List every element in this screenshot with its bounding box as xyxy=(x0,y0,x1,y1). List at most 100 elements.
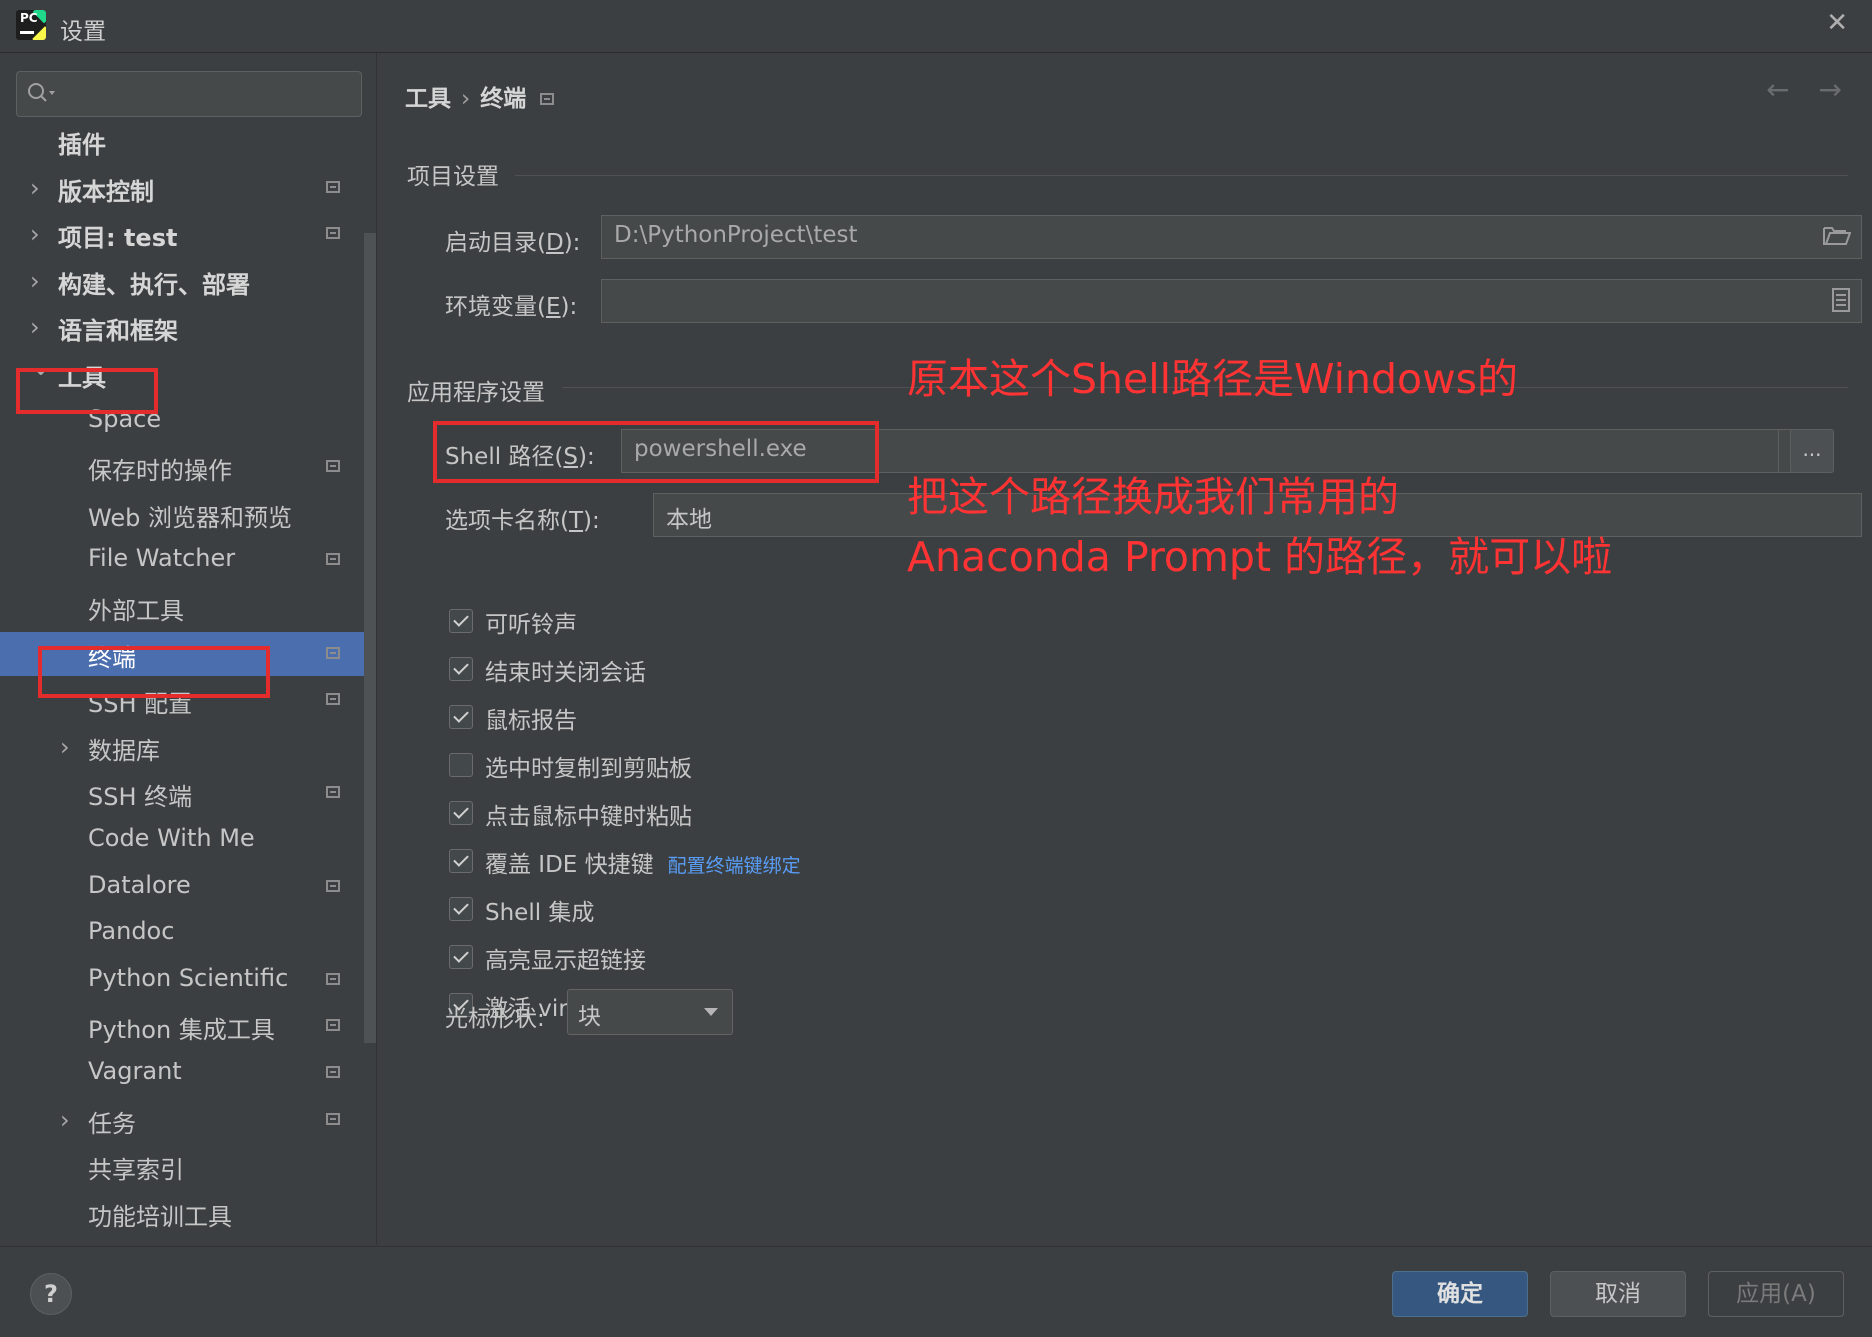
sidebar-item[interactable]: Python 集成工具 xyxy=(0,1004,374,1048)
env-vars-field[interactable] xyxy=(601,279,1862,323)
sidebar-item-label: 工具 xyxy=(58,364,106,392)
annotation-text: Anaconda Prompt 的路径，就可以啦 xyxy=(907,533,1613,581)
sidebar-item-label: Code With Me xyxy=(88,824,255,852)
option-label[interactable]: 选中时复制到剪贴板 xyxy=(485,749,692,783)
sidebar-item[interactable]: Web 浏览器和预览 xyxy=(0,492,374,536)
option-checkbox[interactable] xyxy=(449,657,473,681)
option-label[interactable]: Shell 集成 xyxy=(485,893,594,927)
project-scope-icon xyxy=(326,553,340,565)
option-label[interactable]: 高亮显示超链接 xyxy=(485,941,646,975)
shell-path-label: Shell 路径(S): xyxy=(445,444,595,470)
sidebar-item[interactable]: ⌄ 工具 xyxy=(0,352,374,396)
annotation-text: 把这个路径换成我们常用的 xyxy=(907,473,1399,521)
option-checkbox[interactable] xyxy=(449,609,473,633)
option-label[interactable]: 可听铃声 xyxy=(485,605,577,639)
project-scope-icon xyxy=(540,93,555,105)
option-label[interactable]: 结束时关闭会话 xyxy=(485,653,646,687)
sidebar-item-label: 外部工具 xyxy=(88,597,184,625)
sidebar-item-label: Python 集成工具 xyxy=(88,1016,275,1044)
option-label-text: 鼠标报告 xyxy=(485,708,577,734)
sidebar-item-label: SSH 终端 xyxy=(88,783,193,811)
history-nav: ← → xyxy=(1746,73,1842,106)
browse-button[interactable]: ... xyxy=(1790,429,1834,473)
sidebar-item-label: 插件 xyxy=(58,131,106,159)
project-scope-icon xyxy=(326,1113,340,1125)
sidebar-item[interactable]: Space xyxy=(0,399,374,443)
sidebar-item-label: File Watcher xyxy=(88,544,236,572)
settings-search-input[interactable] xyxy=(16,71,362,117)
chevron-right-icon[interactable]: › xyxy=(30,313,50,341)
breadcrumb-parent[interactable]: 工具 xyxy=(405,86,451,112)
option-label[interactable]: 鼠标报告 xyxy=(485,701,577,735)
chevron-right-icon[interactable]: › xyxy=(30,267,50,295)
option-label[interactable]: 点击鼠标中键时粘贴 xyxy=(485,797,692,831)
sidebar-item[interactable]: › 项目: test xyxy=(0,212,374,256)
app-settings-title: 应用程序设置 xyxy=(407,380,545,406)
sidebar-item[interactable]: 插件 xyxy=(0,119,374,163)
option-label-text: 覆盖 IDE 快捷键 xyxy=(485,852,654,878)
close-icon[interactable]: ✕ xyxy=(1826,8,1848,38)
breadcrumb: 工具 › 终端 xyxy=(405,79,555,113)
sidebar-item[interactable]: Datalore xyxy=(0,865,374,909)
option-label-text: 选中时复制到剪贴板 xyxy=(485,756,692,782)
sidebar-item[interactable]: SSH 终端 xyxy=(0,771,374,815)
sidebar-item[interactable]: › 构建、执行、部署 xyxy=(0,259,374,303)
option-checkbox[interactable] xyxy=(449,897,473,921)
ok-button[interactable]: 确定 xyxy=(1392,1271,1528,1317)
sidebar-item[interactable]: Python Scientific xyxy=(0,958,374,1002)
sidebar-item[interactable]: › 版本控制 xyxy=(0,166,374,210)
sidebar-item-label: 功能培训工具 xyxy=(88,1203,232,1231)
forward-arrow-icon[interactable]: → xyxy=(1819,73,1842,106)
sidebar-item[interactable]: File Watcher xyxy=(0,538,374,582)
sidebar-item[interactable]: › 任务 xyxy=(0,1098,374,1142)
document-icon[interactable] xyxy=(1831,288,1851,318)
sidebar-item[interactable]: 功能培训工具 xyxy=(0,1191,374,1235)
sidebar-item-label: 构建、执行、部署 xyxy=(58,271,250,299)
search-icon xyxy=(28,83,55,102)
cursor-shape-label: 光标形状: xyxy=(445,1006,545,1032)
sidebar-item-label: 任务 xyxy=(88,1110,136,1138)
sidebar-item[interactable]: Pandoc xyxy=(0,911,374,955)
sidebar-item[interactable]: Vagrant xyxy=(0,1051,374,1095)
sidebar-item[interactable]: › 语言和框架 xyxy=(0,305,374,349)
option-checkbox[interactable] xyxy=(449,945,473,969)
chevron-right-icon[interactable]: › xyxy=(30,220,50,248)
sidebar-item[interactable]: 终端 xyxy=(0,632,374,676)
settings-content: 工具 › 终端 ← → 项目设置 启动目录(D): D:\PythonProject… xyxy=(377,53,1872,1245)
window-title: 设置 xyxy=(60,19,106,45)
chevron-right-icon[interactable]: › xyxy=(30,174,50,202)
sidebar-item[interactable]: SSH 配置 xyxy=(0,678,374,722)
folder-icon[interactable] xyxy=(1823,224,1852,252)
configure-keybindings-link[interactable]: 配置终端键绑定 xyxy=(668,855,801,877)
sidebar-item[interactable]: 保存时的操作 xyxy=(0,445,374,489)
option-checkbox[interactable] xyxy=(449,801,473,825)
tab-name-label: 选项卡名称(T): xyxy=(445,508,600,534)
sidebar-scrollbar-thumb[interactable] xyxy=(364,233,376,1043)
start-dir-label: 启动目录(D): xyxy=(445,230,581,256)
sidebar-item[interactable]: 外部工具 xyxy=(0,585,374,629)
settings-dialog: PC 设置 ✕ 插件 › 版本控制 › 项目: test › 构建、执行、部署 › 语言和框架 ⌄… xyxy=(0,0,1872,1337)
sidebar-scrollbar[interactable] xyxy=(364,233,376,1043)
sidebar-item[interactable]: 共享索引 xyxy=(0,1144,374,1188)
sidebar-item[interactable]: › 数据库 xyxy=(0,725,374,769)
cursor-shape-select[interactable]: 块 xyxy=(567,989,733,1035)
option-checkbox[interactable] xyxy=(449,705,473,729)
chevron-right-icon[interactable]: › xyxy=(60,733,80,761)
option-checkbox[interactable] xyxy=(449,753,473,777)
option-label[interactable]: 覆盖 IDE 快捷键 配置终端键绑定 xyxy=(485,845,801,879)
sidebar-item-label: Space xyxy=(88,405,162,433)
option-label-text: 点击鼠标中键时粘贴 xyxy=(485,804,692,830)
option-checkbox[interactable] xyxy=(449,849,473,873)
sidebar-item-label: Web 浏览器和预览 xyxy=(88,504,292,532)
apply-button[interactable]: 应用(A) xyxy=(1708,1271,1844,1317)
help-button[interactable]: ? xyxy=(30,1273,72,1315)
chevron-down-icon[interactable]: ⌄ xyxy=(30,352,52,382)
start-dir-field[interactable]: D:\PythonProject\test xyxy=(601,215,1862,259)
chevron-right-icon[interactable]: › xyxy=(60,1106,80,1134)
sidebar-item[interactable]: Code With Me xyxy=(0,818,374,862)
back-arrow-icon[interactable]: ← xyxy=(1766,73,1789,106)
project-scope-icon xyxy=(326,181,340,193)
cancel-button[interactable]: 取消 xyxy=(1550,1271,1686,1317)
section-divider xyxy=(515,175,1848,176)
sidebar-item-label: 数据库 xyxy=(88,737,160,765)
